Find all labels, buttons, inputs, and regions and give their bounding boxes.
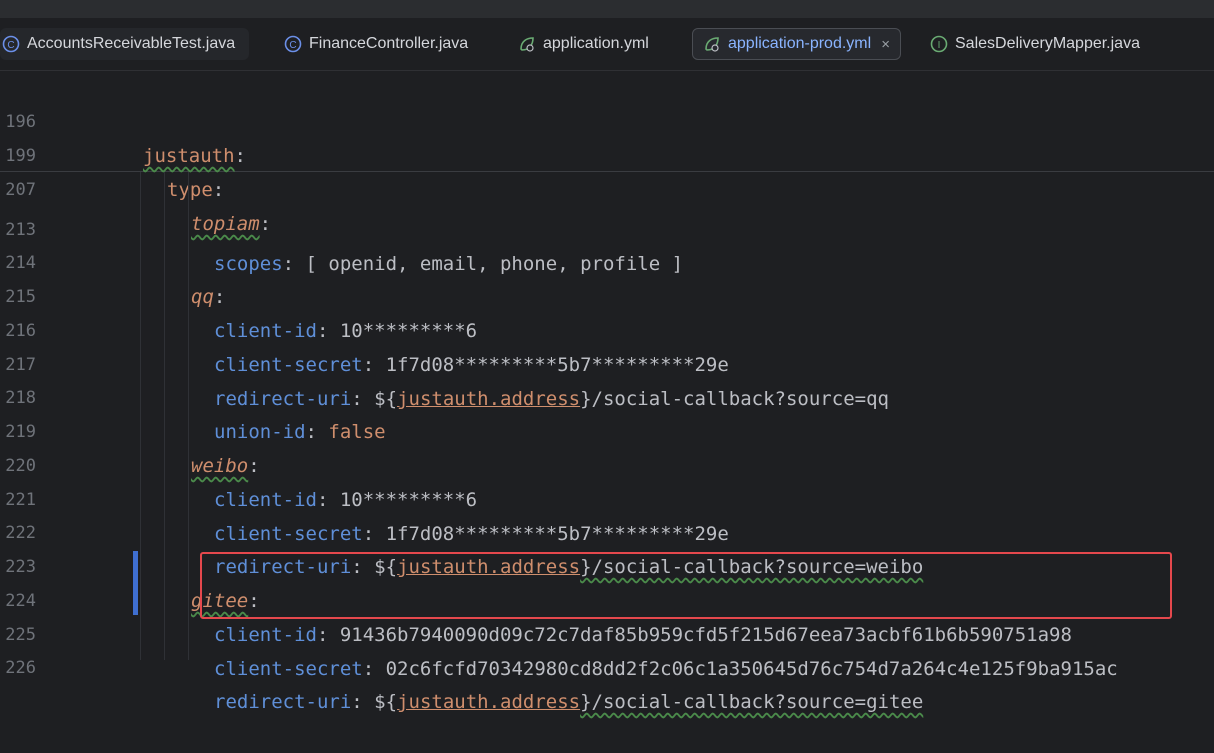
editor-tab-bar: C AccountsReceivableTest.java C FinanceC…: [0, 18, 1214, 71]
tab-finance-controller[interactable]: C FinanceController.java: [284, 28, 468, 60]
code-line[interactable]: 213 scopes: [ openid, email, phone, prof…: [0, 179, 1214, 275]
tab-label: AccountsReceivableTest.java: [27, 35, 236, 52]
code-line[interactable]: 199 type:: [0, 105, 1214, 201]
code-line[interactable]: 220 client-id: 10*********6: [0, 415, 1214, 511]
tab-sales-delivery-mapper[interactable]: I SalesDeliveryMapper.java: [930, 28, 1140, 60]
svg-text:I: I: [938, 40, 941, 51]
tab-application-yml[interactable]: application.yml: [518, 28, 649, 60]
code-line[interactable]: 221 client-secret: 1f7d08*********5b7***…: [0, 449, 1214, 545]
code-line[interactable]: 219 weibo:: [0, 381, 1214, 477]
tab-label: SalesDeliveryMapper.java: [955, 35, 1140, 52]
code-line[interactable]: 196 justauth:: [0, 71, 1214, 167]
code-line[interactable]: 207 topiam:: [0, 139, 1214, 235]
tab-label: application-prod.yml: [728, 35, 872, 52]
class-icon: C: [2, 35, 20, 53]
code-line[interactable]: 222 redirect-uri: ${justauth.address}/so…: [0, 482, 1214, 578]
code-line[interactable]: 216 client-secret: 1f7d08*********5b7***…: [0, 280, 1214, 376]
code-line[interactable]: 218 union-id: false: [0, 347, 1214, 443]
line-number: 226: [5, 658, 36, 678]
property-reference[interactable]: justauth.address: [397, 691, 580, 713]
svg-text:C: C: [289, 40, 296, 51]
interface-icon: I: [930, 35, 948, 53]
yaml-key: redirect-uri: [214, 691, 352, 713]
yaml-leaf-icon: [703, 35, 721, 53]
yaml-value: 02c6fcfd70342980cd8dd2f2c06c1a350645d76c…: [385, 658, 1118, 680]
highlight-annotation-box: [200, 552, 1172, 619]
tab-label: FinanceController.java: [309, 35, 469, 52]
code-line[interactable]: 217 redirect-uri: ${justauth.address}/so…: [0, 314, 1214, 410]
svg-text:C: C: [7, 40, 14, 51]
tab-application-prod-yml[interactable]: application-prod.yml ×: [692, 28, 901, 60]
yaml-leaf-icon: [518, 35, 536, 53]
code-line[interactable]: 215 client-id: 10*********6: [0, 246, 1214, 342]
code-line[interactable]: 223 gitee:: [0, 516, 1214, 612]
tab-accounts-receivable-test[interactable]: C AccountsReceivableTest.java: [0, 28, 250, 60]
class-icon: C: [284, 35, 302, 53]
window-top-strip: [0, 0, 1214, 18]
tab-label: application.yml: [543, 35, 649, 52]
code-line[interactable]: 214 qq:: [0, 212, 1214, 308]
sticky-scroll-header: 196 justauth: 199 type: 207 topiam:: [0, 71, 1214, 235]
code-line[interactable]: 226 redirect-uri: ${justauth.address}/so…: [0, 617, 1214, 713]
yaml-key: client-secret: [214, 658, 363, 680]
close-icon[interactable]: ×: [881, 36, 890, 53]
